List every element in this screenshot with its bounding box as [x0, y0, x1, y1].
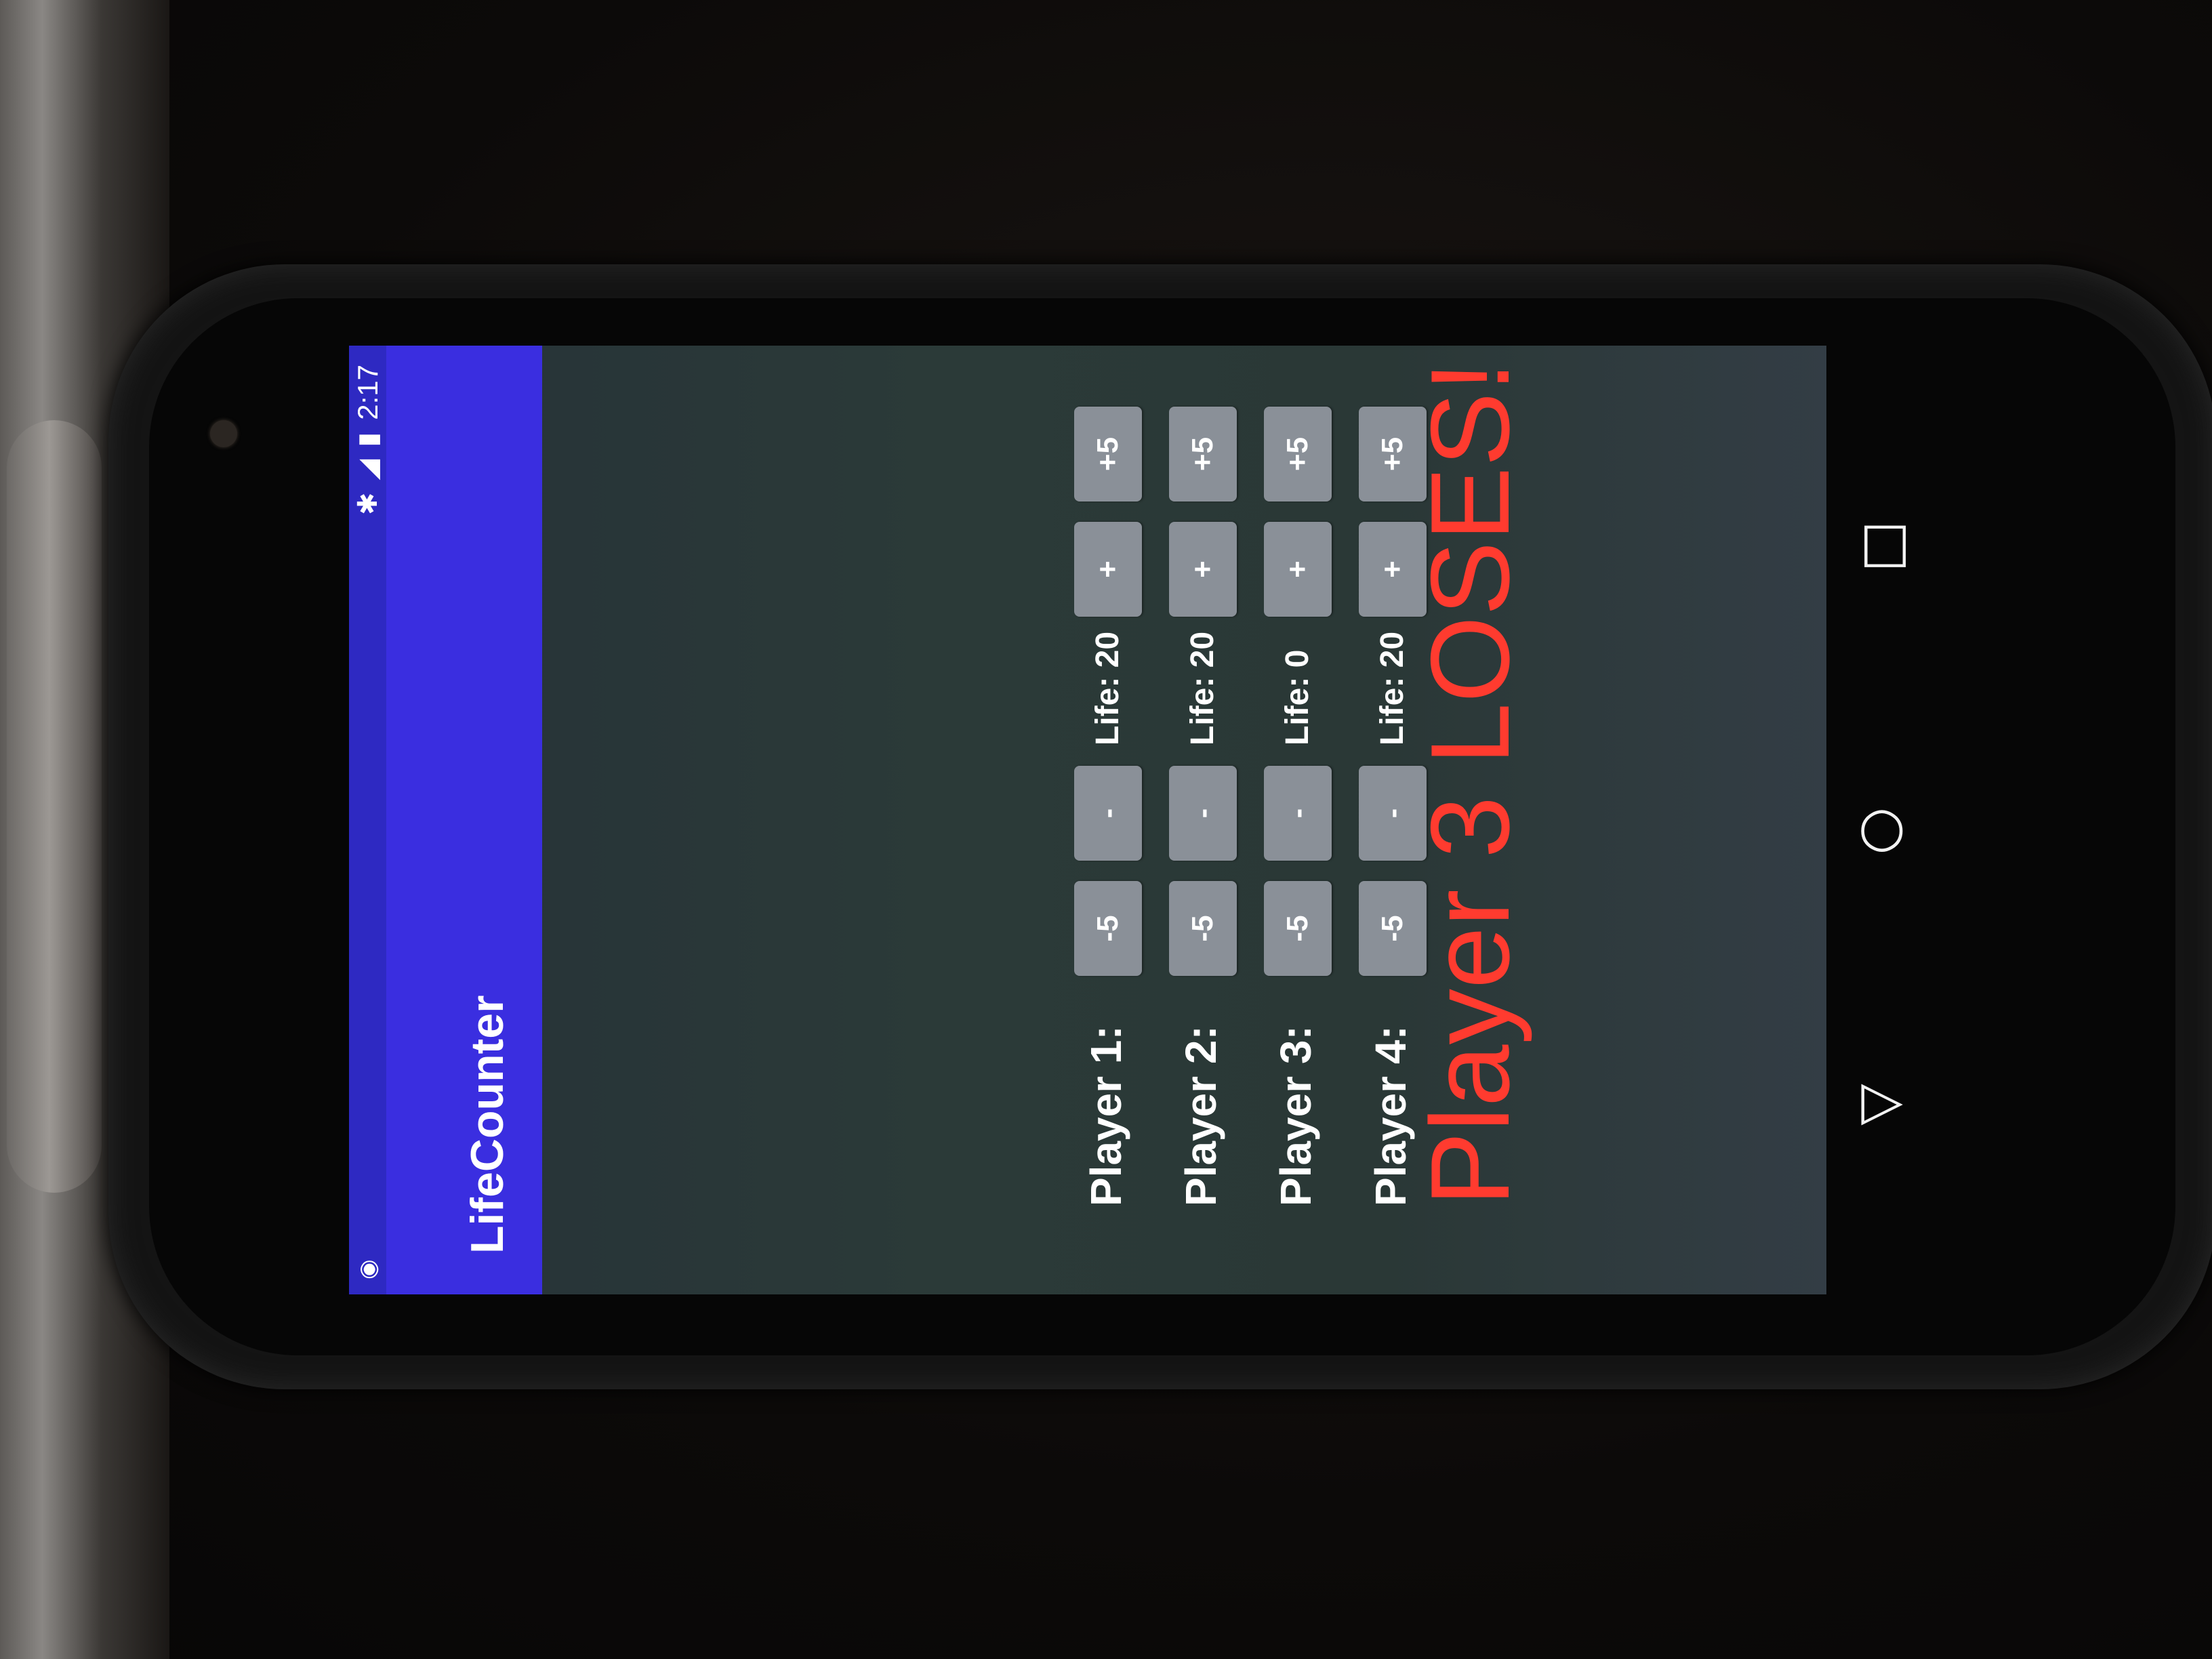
status-time: 2:17 [352, 365, 384, 420]
back-triangle-icon[interactable]: ▽ [1846, 1084, 1909, 1126]
plus-five-button[interactable]: +5 [1264, 407, 1332, 501]
players-list: Player 1: -5 - Life: 20 + +5 Player 2: -… [552, 346, 1433, 1294]
app-screen: ◉ ✱ ◢ ▮ 2:17 LifeCounter Player 1: -5 - … [349, 346, 1826, 1294]
plus-five-button[interactable]: +5 [1169, 407, 1237, 501]
laptop-lip [7, 420, 102, 1193]
bluetooth-icon: ✱ [353, 492, 383, 516]
android-debug-icon: ◉ [355, 1259, 381, 1279]
plus-one-button[interactable]: + [1264, 522, 1332, 617]
minus-five-button[interactable]: -5 [1264, 881, 1332, 976]
home-circle-icon[interactable]: ○ [1858, 800, 1906, 854]
front-camera [210, 420, 237, 447]
app-title: LifeCounter [462, 995, 513, 1254]
plus-one-button[interactable]: + [1074, 522, 1142, 617]
player-row-1: Player 1: -5 - Life: 20 + +5 [1074, 346, 1149, 1294]
player-label: Player 1: [1082, 1025, 1130, 1206]
plus-five-button[interactable]: +5 [1074, 407, 1142, 501]
life-value: Life: 20 [1374, 631, 1410, 745]
screen-viewport: ◉ ✱ ◢ ▮ 2:17 LifeCounter Player 1: -5 - … [349, 346, 1826, 1294]
player-label: Player 2: [1176, 1025, 1225, 1206]
player-label: Player 3: [1271, 1025, 1320, 1206]
battery-charging-icon: ▮ [353, 432, 383, 447]
life-value: Life: 20 [1090, 631, 1126, 745]
action-bar: LifeCounter [386, 346, 542, 1294]
minus-five-button[interactable]: -5 [1169, 881, 1237, 976]
status-icons: ✱ ◢ ▮ 2:17 [352, 365, 384, 515]
signal-icon: ◢ [353, 459, 383, 480]
plus-one-button[interactable]: + [1169, 522, 1237, 617]
lose-message: Player 3 LOSES! [1408, 361, 1532, 1206]
recents-square-icon[interactable]: □ [1860, 515, 1911, 569]
minus-five-button[interactable]: -5 [1074, 881, 1142, 976]
minus-one-button[interactable]: - [1264, 766, 1332, 861]
life-value: Life: 0 [1279, 649, 1315, 745]
minus-one-button[interactable]: - [1074, 766, 1142, 861]
status-bar: ◉ ✱ ◢ ▮ 2:17 [349, 346, 386, 1294]
player-row-2: Player 2: -5 - Life: 20 + +5 [1169, 346, 1244, 1294]
minus-one-button[interactable]: - [1169, 766, 1237, 861]
life-value: Life: 20 [1185, 631, 1221, 745]
player-row-3: Player 3: -5 - Life: 0 + +5 [1264, 346, 1338, 1294]
